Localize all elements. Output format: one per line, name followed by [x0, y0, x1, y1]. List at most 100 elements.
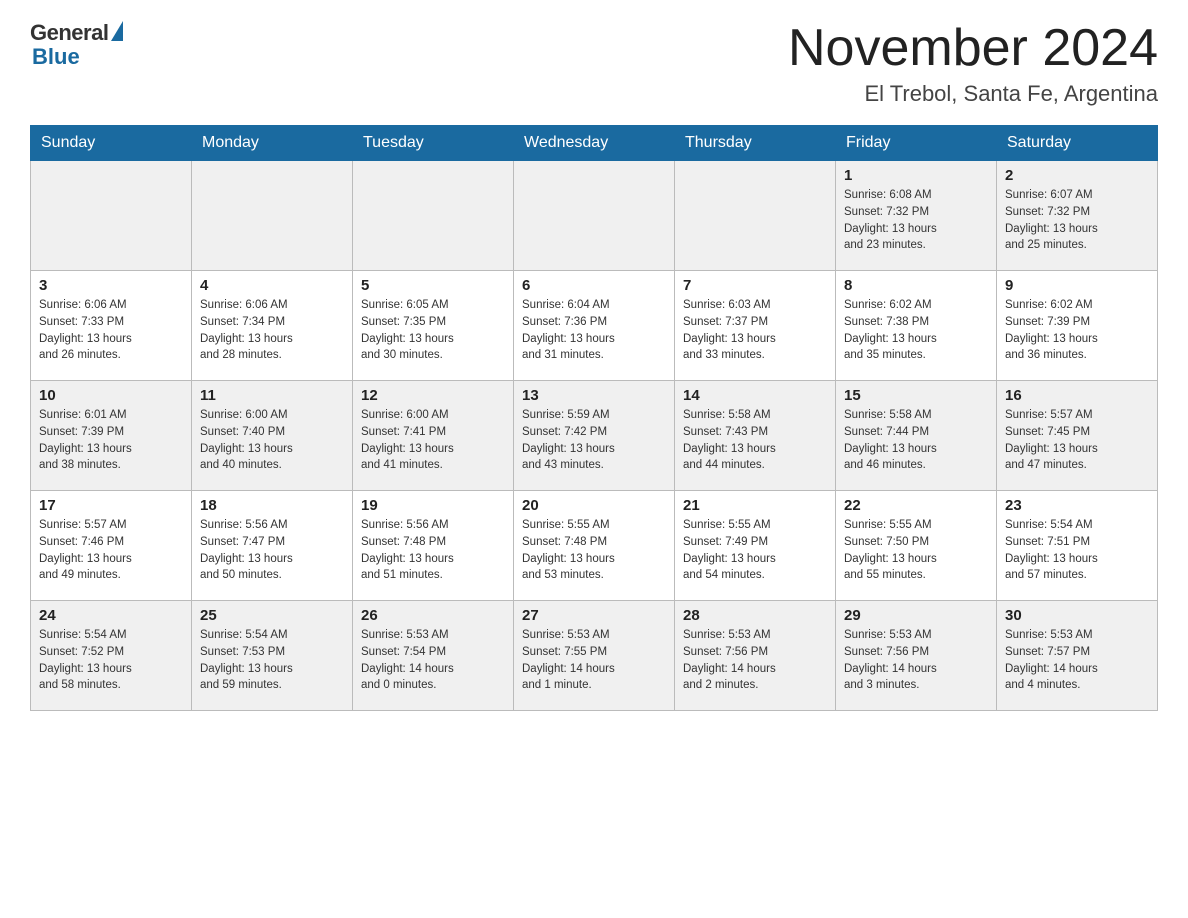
- day-info: Sunrise: 5:55 AM Sunset: 7:50 PM Dayligh…: [844, 517, 988, 584]
- day-number: 10: [39, 387, 183, 404]
- day-info: Sunrise: 5:53 AM Sunset: 7:54 PM Dayligh…: [361, 627, 505, 694]
- day-number: 5: [361, 277, 505, 294]
- month-title: November 2024: [788, 20, 1158, 77]
- calendar-cell: [31, 161, 192, 271]
- day-number: 15: [844, 387, 988, 404]
- calendar-cell: 30 Sunrise: 5:53 AM Sunset: 7:57 PM Dayli…: [997, 601, 1158, 711]
- day-info: Sunrise: 5:56 AM Sunset: 7:47 PM Dayligh…: [200, 517, 344, 584]
- calendar-cell: 25 Sunrise: 5:54 AM Sunset: 7:53 PM Dayli…: [192, 601, 353, 711]
- day-info: Sunrise: 5:54 AM Sunset: 7:53 PM Dayligh…: [200, 627, 344, 694]
- weekday-header-friday: Friday: [836, 126, 997, 161]
- day-number: 16: [1005, 387, 1149, 404]
- calendar-cell: 17 Sunrise: 5:57 AM Sunset: 7:46 PM Dayli…: [31, 491, 192, 601]
- day-info: Sunrise: 6:03 AM Sunset: 7:37 PM Dayligh…: [683, 297, 827, 364]
- day-info: Sunrise: 5:59 AM Sunset: 7:42 PM Dayligh…: [522, 407, 666, 474]
- calendar-cell: 18Sunrise: 5:56 AM Sunset: 7:47 PM Dayli…: [192, 491, 353, 601]
- day-info: Sunrise: 5:53 AM Sunset: 7:56 PM Dayligh…: [844, 627, 988, 694]
- weekday-header-wednesday: Wednesday: [514, 126, 675, 161]
- day-number: 30: [1005, 607, 1149, 624]
- calendar-cell: 27Sunrise: 5:53 AM Sunset: 7:55 PM Dayli…: [514, 601, 675, 711]
- logo: General Blue: [30, 20, 123, 70]
- weekday-header-monday: Monday: [192, 126, 353, 161]
- calendar-cell: 21 Sunrise: 5:55 AM Sunset: 7:49 PM Dayli…: [675, 491, 836, 601]
- calendar-cell: 24Sunrise: 5:54 AM Sunset: 7:52 PM Dayli…: [31, 601, 192, 711]
- day-info: Sunrise: 5:54 AM Sunset: 7:51 PM Dayligh…: [1005, 517, 1149, 584]
- day-number: 23: [1005, 497, 1149, 514]
- calendar-cell: 16Sunrise: 5:57 AM Sunset: 7:45 PM Dayli…: [997, 381, 1158, 491]
- calendar-cell: 23 Sunrise: 5:54 AM Sunset: 7:51 PM Dayli…: [997, 491, 1158, 601]
- calendar-cell: 13 Sunrise: 5:59 AM Sunset: 7:42 PM Dayli…: [514, 381, 675, 491]
- day-number: 3: [39, 277, 183, 294]
- day-number: 22: [844, 497, 988, 514]
- day-number: 12: [361, 387, 505, 404]
- calendar-cell: 15 Sunrise: 5:58 AM Sunset: 7:44 PM Dayli…: [836, 381, 997, 491]
- day-number: 25: [200, 607, 344, 624]
- day-number: 20: [522, 497, 666, 514]
- day-info: Sunrise: 6:00 AM Sunset: 7:41 PM Dayligh…: [361, 407, 505, 474]
- calendar-row-1: 1 Sunrise: 6:08 AM Sunset: 7:32 PM Daylig…: [31, 161, 1158, 271]
- day-number: 8: [844, 277, 988, 294]
- day-info: Sunrise: 6:06 AM Sunset: 7:33 PM Dayligh…: [39, 297, 183, 364]
- day-info: Sunrise: 5:53 AM Sunset: 7:56 PM Dayligh…: [683, 627, 827, 694]
- calendar-cell: 8 Sunrise: 6:02 AM Sunset: 7:38 PM Daylig…: [836, 271, 997, 381]
- day-number: 24: [39, 607, 183, 624]
- weekday-header-tuesday: Tuesday: [353, 126, 514, 161]
- calendar-cell: 3 Sunrise: 6:06 AM Sunset: 7:33 PM Daylig…: [31, 271, 192, 381]
- day-number: 29: [844, 607, 988, 624]
- calendar-cell: 14Sunrise: 5:58 AM Sunset: 7:43 PM Dayli…: [675, 381, 836, 491]
- day-number: 1: [844, 167, 988, 184]
- calendar-cell: 26Sunrise: 5:53 AM Sunset: 7:54 PM Dayli…: [353, 601, 514, 711]
- page-header: General Blue November 2024 El Trebol, Sa…: [30, 20, 1158, 107]
- day-number: 6: [522, 277, 666, 294]
- logo-triangle-icon: [111, 21, 123, 41]
- day-info: Sunrise: 6:02 AM Sunset: 7:38 PM Dayligh…: [844, 297, 988, 364]
- calendar-cell: 7Sunrise: 6:03 AM Sunset: 7:37 PM Daylig…: [675, 271, 836, 381]
- day-number: 9: [1005, 277, 1149, 294]
- day-info: Sunrise: 5:55 AM Sunset: 7:49 PM Dayligh…: [683, 517, 827, 584]
- day-info: Sunrise: 6:04 AM Sunset: 7:36 PM Dayligh…: [522, 297, 666, 364]
- calendar-cell: 28Sunrise: 5:53 AM Sunset: 7:56 PM Dayli…: [675, 601, 836, 711]
- calendar-cell: 10 Sunrise: 6:01 AM Sunset: 7:39 PM Dayli…: [31, 381, 192, 491]
- day-number: 11: [200, 387, 344, 404]
- day-info: Sunrise: 6:01 AM Sunset: 7:39 PM Dayligh…: [39, 407, 183, 474]
- day-number: 4: [200, 277, 344, 294]
- calendar-cell: 20 Sunrise: 5:55 AM Sunset: 7:48 PM Dayli…: [514, 491, 675, 601]
- calendar-cell: 11Sunrise: 6:00 AM Sunset: 7:40 PM Dayli…: [192, 381, 353, 491]
- calendar-cell: 22 Sunrise: 5:55 AM Sunset: 7:50 PM Dayli…: [836, 491, 997, 601]
- day-number: 21: [683, 497, 827, 514]
- weekday-header-sunday: Sunday: [31, 126, 192, 161]
- calendar-cell: 9 Sunrise: 6:02 AM Sunset: 7:39 PM Daylig…: [997, 271, 1158, 381]
- day-info: Sunrise: 5:53 AM Sunset: 7:55 PM Dayligh…: [522, 627, 666, 694]
- day-info: Sunrise: 6:02 AM Sunset: 7:39 PM Dayligh…: [1005, 297, 1149, 364]
- calendar-cell: 19 Sunrise: 5:56 AM Sunset: 7:48 PM Dayli…: [353, 491, 514, 601]
- day-info: Sunrise: 5:58 AM Sunset: 7:43 PM Dayligh…: [683, 407, 827, 474]
- calendar-row-2: 3 Sunrise: 6:06 AM Sunset: 7:33 PM Daylig…: [31, 271, 1158, 381]
- day-info: Sunrise: 6:08 AM Sunset: 7:32 PM Dayligh…: [844, 187, 988, 254]
- calendar-cell: 5 Sunrise: 6:05 AM Sunset: 7:35 PM Daylig…: [353, 271, 514, 381]
- day-info: Sunrise: 6:06 AM Sunset: 7:34 PM Dayligh…: [200, 297, 344, 364]
- calendar-cell: 6 Sunrise: 6:04 AM Sunset: 7:36 PM Daylig…: [514, 271, 675, 381]
- calendar-cell: [353, 161, 514, 271]
- day-number: 19: [361, 497, 505, 514]
- calendar-row-4: 17 Sunrise: 5:57 AM Sunset: 7:46 PM Dayli…: [31, 491, 1158, 601]
- day-number: 13: [522, 387, 666, 404]
- logo-blue-text: Blue: [32, 44, 80, 70]
- title-section: November 2024 El Trebol, Santa Fe, Argen…: [788, 20, 1158, 107]
- weekday-header-thursday: Thursday: [675, 126, 836, 161]
- weekday-header-row: SundayMondayTuesdayWednesdayThursdayFrid…: [31, 126, 1158, 161]
- calendar-cell: 1 Sunrise: 6:08 AM Sunset: 7:32 PM Daylig…: [836, 161, 997, 271]
- day-number: 17: [39, 497, 183, 514]
- day-info: Sunrise: 5:55 AM Sunset: 7:48 PM Dayligh…: [522, 517, 666, 584]
- day-info: Sunrise: 5:57 AM Sunset: 7:46 PM Dayligh…: [39, 517, 183, 584]
- logo-general-text: General: [30, 20, 108, 46]
- calendar-cell: 2Sunrise: 6:07 AM Sunset: 7:32 PM Daylig…: [997, 161, 1158, 271]
- day-info: Sunrise: 6:05 AM Sunset: 7:35 PM Dayligh…: [361, 297, 505, 364]
- day-info: Sunrise: 5:58 AM Sunset: 7:44 PM Dayligh…: [844, 407, 988, 474]
- day-info: Sunrise: 5:53 AM Sunset: 7:57 PM Dayligh…: [1005, 627, 1149, 694]
- calendar-cell: [514, 161, 675, 271]
- calendar-row-5: 24Sunrise: 5:54 AM Sunset: 7:52 PM Dayli…: [31, 601, 1158, 711]
- location-text: El Trebol, Santa Fe, Argentina: [788, 81, 1158, 107]
- day-info: Sunrise: 5:56 AM Sunset: 7:48 PM Dayligh…: [361, 517, 505, 584]
- calendar-row-3: 10 Sunrise: 6:01 AM Sunset: 7:39 PM Dayli…: [31, 381, 1158, 491]
- day-number: 2: [1005, 167, 1149, 184]
